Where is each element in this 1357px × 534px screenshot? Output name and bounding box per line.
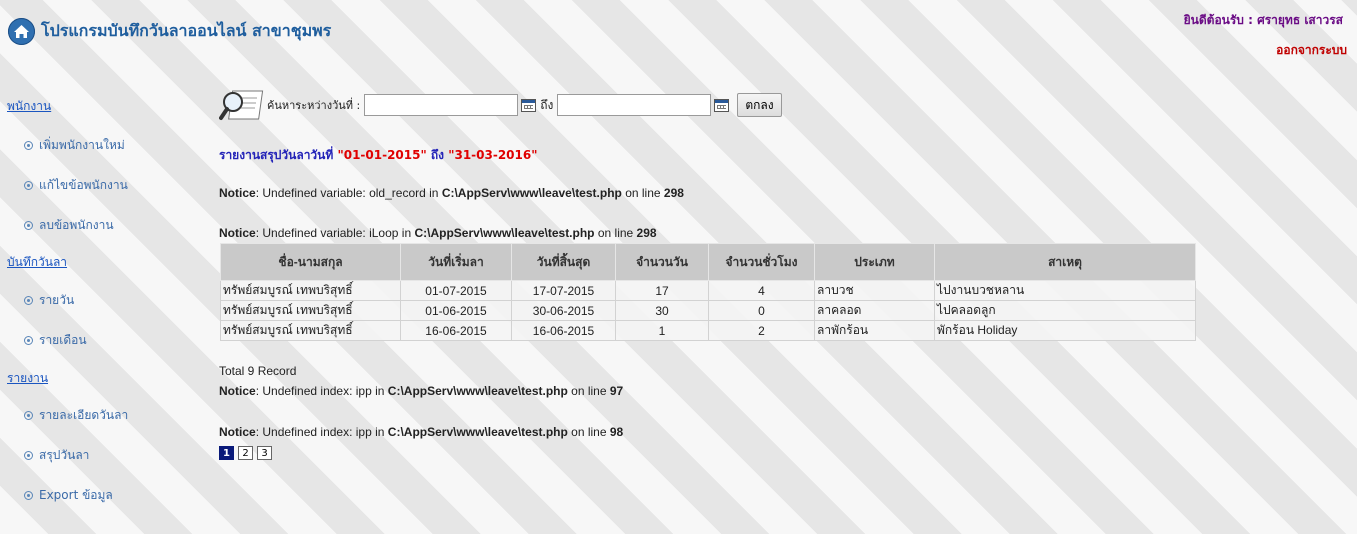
cell-reason: ไปคลอดลูก xyxy=(934,300,1196,321)
column-header: สาเหตุ xyxy=(934,243,1196,281)
pagination: 1 2 3 xyxy=(219,446,276,460)
search-bar: ค้นหาระหว่างวันที่ : ถึง ตกลง xyxy=(219,88,782,122)
calendar-icon[interactable] xyxy=(714,98,730,112)
cell-days: 1 xyxy=(615,320,709,341)
cell-end-date: 17-07-2015 xyxy=(511,280,616,301)
bullet-icon xyxy=(24,296,33,305)
cell-end-date: 30-06-2015 xyxy=(511,300,616,321)
start-date-input[interactable] xyxy=(364,94,519,116)
table-row: ทรัพย์สมบูรณ์ เทพบริสุทธิ์ 16-06-2015 16… xyxy=(220,320,1196,341)
home-icon[interactable] xyxy=(8,18,35,45)
end-date-input[interactable] xyxy=(557,94,712,116)
bullet-icon xyxy=(24,181,33,190)
bullet-icon xyxy=(24,221,33,230)
page-button-1[interactable]: 1 xyxy=(219,446,234,460)
to-label: ถึง xyxy=(540,97,554,112)
bullet-icon xyxy=(24,491,33,500)
page-button-2[interactable]: 2 xyxy=(238,446,253,460)
table-row: ทรัพย์สมบูรณ์ เทพบริสุทธิ์ 01-07-2015 17… xyxy=(220,280,1196,301)
search-label: ค้นหาระหว่างวันที่ : xyxy=(267,99,361,112)
bullet-icon xyxy=(24,336,33,345)
column-header: วันที่เริ่มลา xyxy=(400,243,512,281)
sidebar-item-add-employee[interactable]: เพิ่มพนักงานใหม่ xyxy=(24,136,125,155)
cell-type: ลาบวช xyxy=(814,280,935,301)
submit-button[interactable]: ตกลง xyxy=(737,93,782,117)
cell-hours: 0 xyxy=(708,300,815,321)
cell-days: 17 xyxy=(615,280,709,301)
logout-link[interactable]: ออกจากระบบ xyxy=(1276,41,1347,60)
cell-start-date: 16-06-2015 xyxy=(400,320,512,341)
calendar-icon[interactable] xyxy=(521,98,537,112)
bullet-icon xyxy=(24,411,33,420)
page-button-3[interactable]: 3 xyxy=(257,446,272,460)
sidebar-section-leave-record[interactable]: บันทึกวันลา xyxy=(7,253,67,272)
table-row: ทรัพย์สมบูรณ์ เทพบริสุทธิ์ 01-06-2015 30… xyxy=(220,300,1196,321)
cell-start-date: 01-07-2015 xyxy=(400,280,512,301)
php-notice: Notice: Undefined variable: old_record i… xyxy=(219,186,684,200)
php-notice: Notice: Undefined index: ipp in C:\AppSe… xyxy=(219,384,624,398)
total-records: Total 9 Record xyxy=(219,364,297,378)
sidebar-item-export[interactable]: Export ข้อมูล xyxy=(24,486,113,505)
cell-days: 30 xyxy=(615,300,709,321)
cell-type: ลาคลอด xyxy=(814,300,935,321)
cell-type: ลาพักร้อน xyxy=(814,320,935,341)
table-header-row: ชื่อ-นามสกุล วันที่เริ่มลา วันที่สิ้นสุด… xyxy=(220,243,1196,281)
magnifier-document-icon xyxy=(219,88,265,122)
leave-summary-table: ชื่อ-นามสกุล วันที่เริ่มลา วันที่สิ้นสุด… xyxy=(220,243,1196,341)
cell-start-date: 01-06-2015 xyxy=(400,300,512,321)
welcome-text: ยินดีต้อนรับ : ศรายุทธ เสาวรส xyxy=(1183,13,1343,27)
cell-end-date: 16-06-2015 xyxy=(511,320,616,341)
cell-name: ทรัพย์สมบูรณ์ เทพบริสุทธิ์ xyxy=(220,320,401,341)
sidebar-item-leave-summary[interactable]: สรุปวันลา xyxy=(24,446,89,465)
cell-hours: 2 xyxy=(708,320,815,341)
php-notice: Notice: Undefined index: ipp in C:\AppSe… xyxy=(219,425,624,439)
column-header: ชื่อ-นามสกุล xyxy=(220,243,401,281)
php-notice: Notice: Undefined variable: iLoop in C:\… xyxy=(219,226,657,240)
sidebar-item-monthly[interactable]: รายเดือน xyxy=(24,331,87,350)
app-title: โปรแกรมบันทึกวันลาออนไลน์ สาขาชุมพร xyxy=(41,21,332,40)
cell-reason: ไปงานบวชหลาน xyxy=(934,280,1196,301)
column-header: วันที่สิ้นสุด xyxy=(511,243,616,281)
column-header: จำนวนชั่วโมง xyxy=(708,243,815,281)
column-header: ประเภท xyxy=(814,243,935,281)
cell-name: ทรัพย์สมบูรณ์ เทพบริสุทธิ์ xyxy=(220,280,401,301)
sidebar-item-leave-detail[interactable]: รายละเอียดวันลา xyxy=(24,406,128,425)
cell-reason: พักร้อน Holiday xyxy=(934,320,1196,341)
bullet-icon xyxy=(24,141,33,150)
sidebar-section-reports[interactable]: รายงาน xyxy=(7,369,48,388)
app-header: โปรแกรมบันทึกวันลาออนไลน์ สาขาชุมพร xyxy=(8,18,331,45)
sidebar-item-delete-employee[interactable]: ลบข้อพนักงาน xyxy=(24,216,114,235)
sidebar-item-daily[interactable]: รายวัน xyxy=(24,291,74,310)
sidebar-section-employees[interactable]: พนักงาน xyxy=(7,97,51,116)
sidebar-item-edit-employee[interactable]: แก้ไขข้อพนักงาน xyxy=(24,176,128,195)
cell-hours: 4 xyxy=(708,280,815,301)
cell-name: ทรัพย์สมบูรณ์ เทพบริสุทธิ์ xyxy=(220,300,401,321)
column-header: จำนวนวัน xyxy=(615,243,709,281)
bullet-icon xyxy=(24,451,33,460)
report-title: รายงานสรุปวันลาวันที่ "01-01-2015" ถึง "… xyxy=(219,148,538,162)
